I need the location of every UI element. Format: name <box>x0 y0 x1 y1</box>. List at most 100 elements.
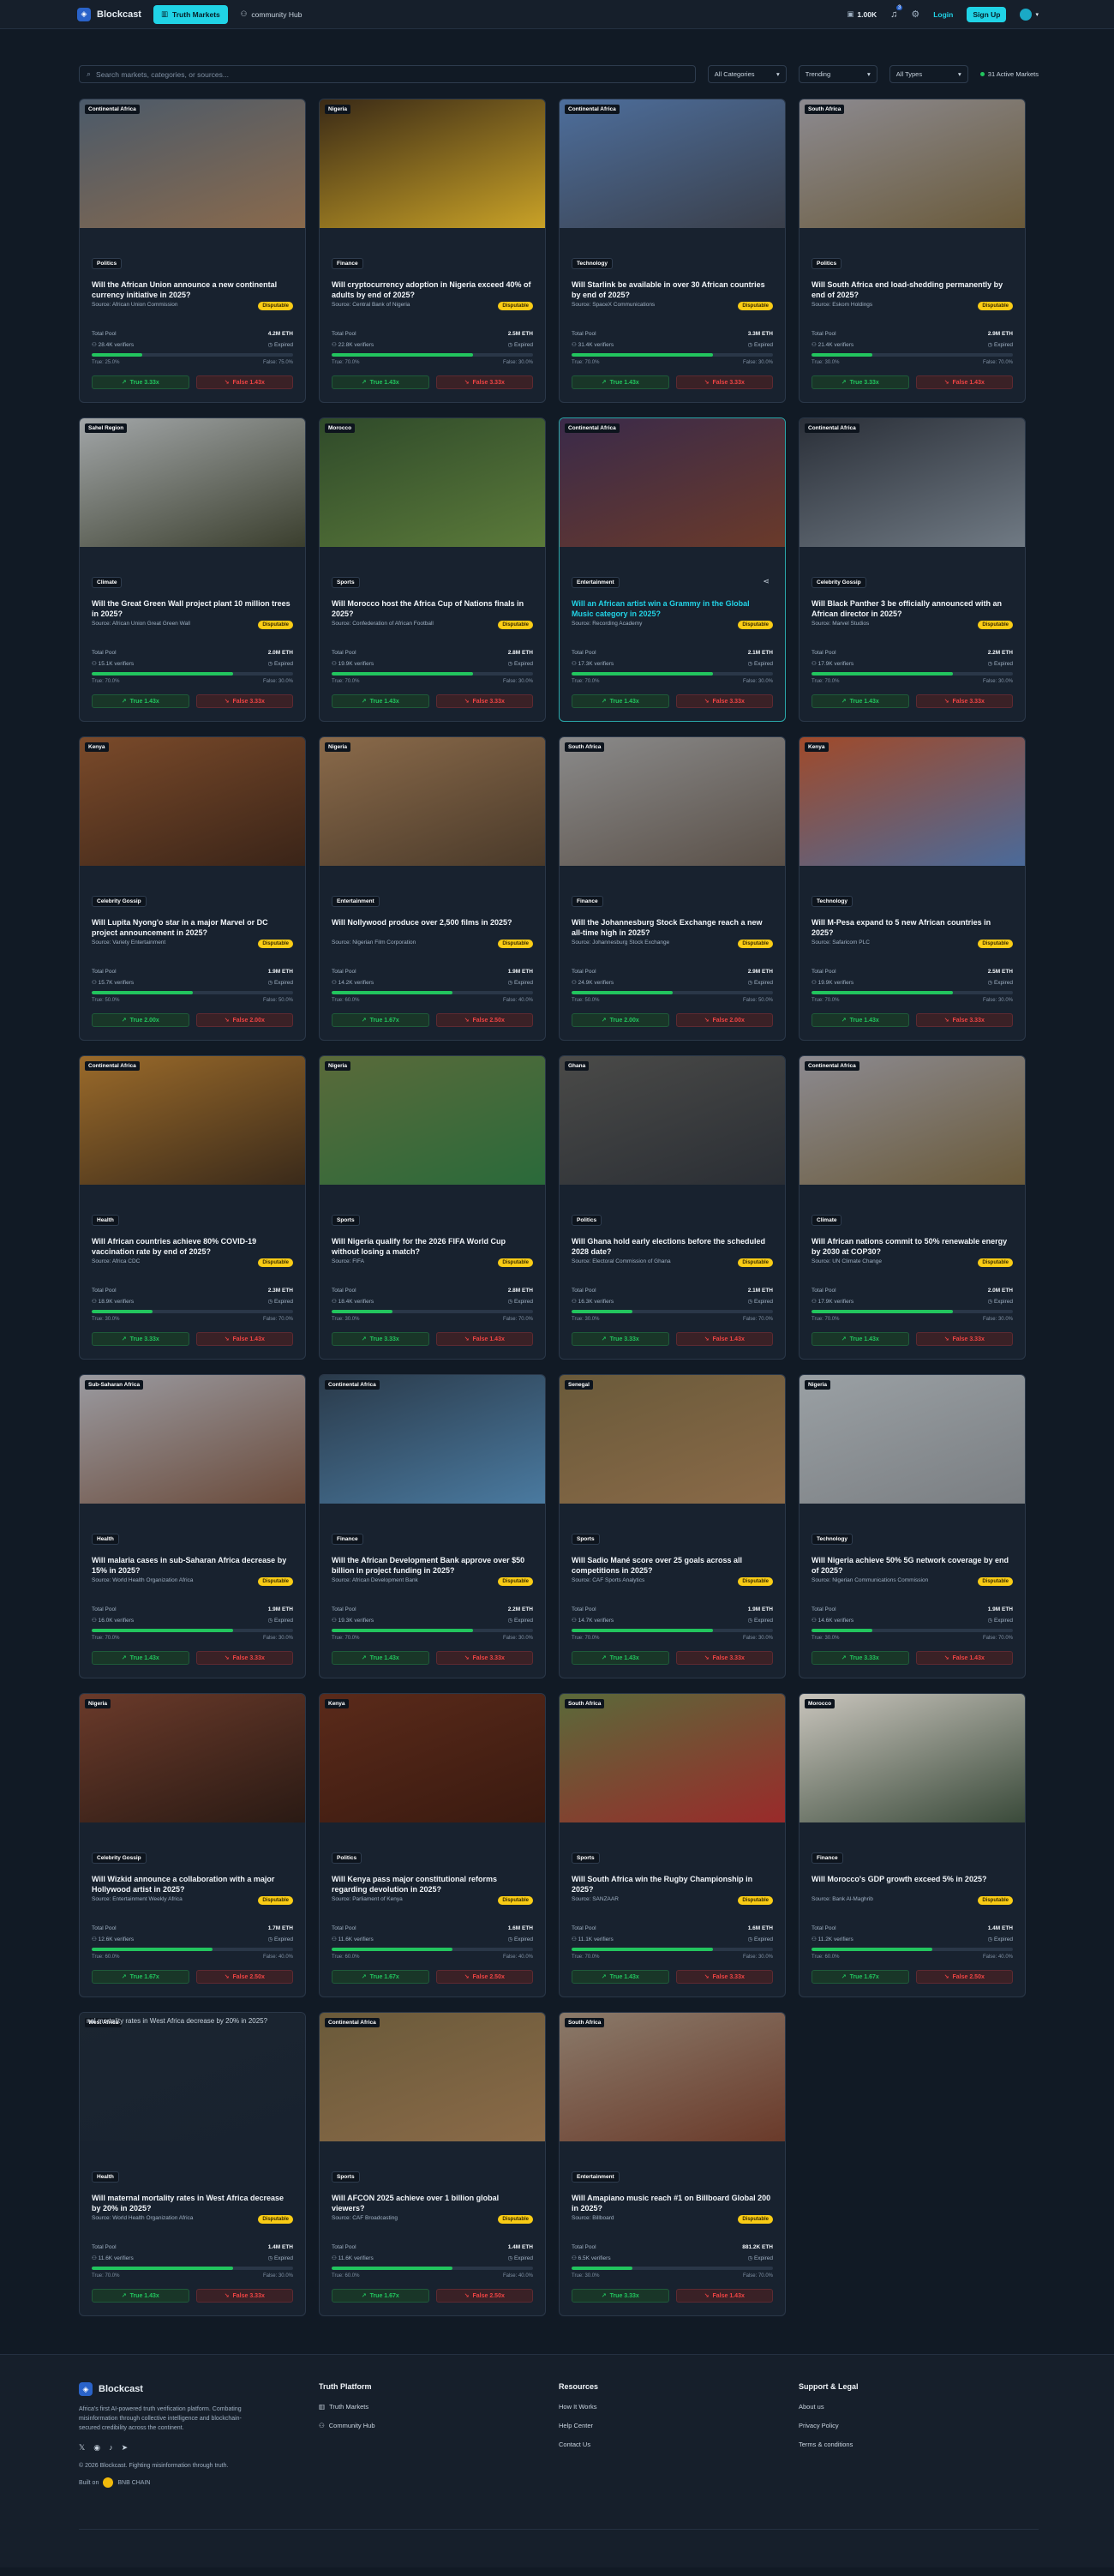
bet-true-button[interactable]: ↗ True 1.43x <box>812 694 909 708</box>
bet-false-button[interactable]: ↘ False 1.43x <box>195 375 293 389</box>
market-card[interactable]: South Africa Entertainment Will Amapiano… <box>559 2012 786 2316</box>
bet-false-button[interactable]: ↘ False 2.50x <box>435 1970 533 1984</box>
bet-true-button[interactable]: ↗ True 1.43x <box>92 1651 189 1665</box>
bet-false-button[interactable]: ↘ False 3.33x <box>915 694 1013 708</box>
bet-false-button[interactable]: ↘ False 3.33x <box>435 375 533 389</box>
market-card[interactable]: South Africa Sports Will South Africa wi… <box>559 1693 786 1997</box>
bet-true-button[interactable]: ↗ True 1.43x <box>332 375 429 389</box>
bet-true-button[interactable]: ↗ True 3.33x <box>92 1332 189 1346</box>
market-question[interactable]: Will Lupita Nyong'o star in a major Marv… <box>92 917 293 938</box>
market-question[interactable]: Will Nigeria achieve 50% 5G network cove… <box>812 1555 1013 1576</box>
market-question[interactable]: Will cryptocurrency adoption in Nigeria … <box>332 279 533 300</box>
bet-true-button[interactable]: ↗ True 1.43x <box>572 1970 669 1984</box>
market-question[interactable]: Will South Africa win the Rugby Champion… <box>572 1874 773 1894</box>
market-card[interactable]: Nigeria Entertainment Will Nollywood pro… <box>319 736 546 1041</box>
settings-icon[interactable]: ⚙ <box>911 9 919 20</box>
bet-true-button[interactable]: ↗ True 3.33x <box>572 1332 669 1346</box>
share-icon[interactable]: ⋖ <box>763 577 770 586</box>
bet-false-button[interactable]: ↘ False 1.43x <box>915 1651 1013 1665</box>
market-card[interactable]: Nigeria Celebrity Gossip Will Wizkid ann… <box>79 1693 306 1997</box>
market-question[interactable]: Will Sadio Mané score over 25 goals acro… <box>572 1555 773 1576</box>
bet-false-button[interactable]: ↘ False 1.43x <box>195 1332 293 1346</box>
bet-false-button[interactable]: ↘ False 3.33x <box>675 1970 773 1984</box>
market-question[interactable]: Will South Africa end load-shedding perm… <box>812 279 1013 300</box>
bet-false-button[interactable]: ↘ False 1.43x <box>435 1332 533 1346</box>
market-question[interactable]: Will African nations commit to 50% renew… <box>812 1236 1013 1257</box>
bet-true-button[interactable]: ↗ True 1.67x <box>332 1013 429 1027</box>
market-question[interactable]: Will the Johannesburg Stock Exchange rea… <box>572 917 773 938</box>
market-question[interactable]: Will Wizkid announce a collaboration wit… <box>92 1874 293 1894</box>
bet-true-button[interactable]: ↗ True 3.33x <box>92 375 189 389</box>
bet-true-button[interactable]: ↗ True 1.43x <box>812 1013 909 1027</box>
market-question[interactable]: Will the Great Green Wall project plant … <box>92 598 293 619</box>
discord-icon[interactable]: ◉ <box>93 2443 100 2453</box>
bet-true-button[interactable]: ↗ True 3.33x <box>572 2289 669 2303</box>
footer-link-privacy[interactable]: Privacy Policy <box>799 2422 1039 2429</box>
market-card[interactable]: Continental Africa Climate Will African … <box>799 1055 1026 1360</box>
bet-false-button[interactable]: ↘ False 3.33x <box>915 1332 1013 1346</box>
market-question[interactable]: Will AFCON 2025 achieve over 1 billion g… <box>332 2193 533 2213</box>
x-icon[interactable]: 𝕏 <box>79 2443 85 2453</box>
market-card[interactable]: South Africa Politics Will South Africa … <box>799 99 1026 403</box>
telegram-icon[interactable]: ➤ <box>122 2443 129 2453</box>
bet-false-button[interactable]: ↘ False 3.33x <box>675 694 773 708</box>
sort-select[interactable]: Trending ▾ <box>798 65 877 83</box>
bet-false-button[interactable]: ↘ False 2.50x <box>195 1970 293 1984</box>
footer-link-how-it-works[interactable]: How It Works <box>559 2403 799 2411</box>
market-card[interactable]: Continental Africa Entertainment Will an… <box>559 417 786 722</box>
bet-true-button[interactable]: ↗ True 1.67x <box>332 1970 429 1984</box>
bet-true-button[interactable]: ↗ True 2.00x <box>92 1013 189 1027</box>
tab-truth-markets[interactable]: ▥ Truth Markets <box>153 4 228 24</box>
bet-false-button[interactable]: ↘ False 1.43x <box>675 2289 773 2303</box>
bet-true-button[interactable]: ↗ True 1.43x <box>332 1651 429 1665</box>
bet-true-button[interactable]: ↗ True 1.43x <box>572 694 669 708</box>
bet-false-button[interactable]: ↘ False 2.50x <box>435 1013 533 1027</box>
market-card[interactable]: South Africa Finance Will the Johannesbu… <box>559 736 786 1041</box>
market-question[interactable]: Will Black Panther 3 be officially annou… <box>812 598 1013 619</box>
market-card[interactable]: Morocco Sports Will Morocco host the Afr… <box>319 417 546 722</box>
bet-true-button[interactable]: ↗ True 3.33x <box>332 1332 429 1346</box>
bet-true-button[interactable]: ↗ True 1.43x <box>92 2289 189 2303</box>
market-question[interactable]: Will Kenya pass major constitutional ref… <box>332 1874 533 1894</box>
market-card[interactable]: Continental Africa Sports Will AFCON 202… <box>319 2012 546 2316</box>
tiktok-icon[interactable]: ♪ <box>109 2443 113 2453</box>
footer-link-truth-markets[interactable]: ▥ Truth Markets <box>319 2403 559 2411</box>
bet-true-button[interactable]: ↗ True 3.33x <box>812 375 909 389</box>
bet-true-button[interactable]: ↗ True 1.43x <box>812 1332 909 1346</box>
market-card[interactable]: Kenya Celebrity Gossip Will Lupita Nyong… <box>79 736 306 1041</box>
bet-false-button[interactable]: ↘ False 3.33x <box>915 1013 1013 1027</box>
market-card[interactable]: Senegal Sports Will Sadio Mané score ove… <box>559 1374 786 1678</box>
signup-button[interactable]: Sign Up <box>967 6 1007 22</box>
market-question[interactable]: Will Amapiano music reach #1 on Billboar… <box>572 2193 773 2213</box>
bet-false-button[interactable]: ↘ False 3.33x <box>435 1651 533 1665</box>
bet-true-button[interactable]: ↗ True 1.43x <box>92 694 189 708</box>
bet-false-button[interactable]: ↘ False 2.00x <box>195 1013 293 1027</box>
market-card[interactable]: Continental Africa Politics Will the Afr… <box>79 99 306 403</box>
footer-link-contact[interactable]: Contact Us <box>559 2441 799 2448</box>
market-card[interactable]: Nigeria Sports Will Nigeria qualify for … <box>319 1055 546 1360</box>
market-question[interactable]: Will Morocco's GDP growth exceed 5% in 2… <box>812 1874 1013 1894</box>
market-question[interactable]: Will Nigeria qualify for the 2026 FIFA W… <box>332 1236 533 1257</box>
market-card[interactable]: Sahel Region Climate Will the Great Gree… <box>79 417 306 722</box>
market-question[interactable]: Will Ghana hold early elections before t… <box>572 1236 773 1257</box>
bet-false-button[interactable]: ↘ False 2.50x <box>915 1970 1013 1984</box>
type-select[interactable]: All Types ▾ <box>889 65 968 83</box>
market-card[interactable]: Continental Africa Technology Will Starl… <box>559 99 786 403</box>
bet-false-button[interactable]: ↘ False 2.50x <box>435 2289 533 2303</box>
bet-false-button[interactable]: ↘ False 3.33x <box>435 694 533 708</box>
market-card[interactable]: Sub-Saharan Africa Health Will malaria c… <box>79 1374 306 1678</box>
market-card[interactable]: Nigeria Finance Will cryptocurrency adop… <box>319 99 546 403</box>
market-card[interactable]: Continental Africa Celebrity Gossip Will… <box>799 417 1026 722</box>
market-card[interactable]: Continental Africa Finance Will the Afri… <box>319 1374 546 1678</box>
search-input[interactable] <box>96 69 688 79</box>
market-question[interactable]: Will Nollywood produce over 2,500 films … <box>332 917 533 938</box>
bet-true-button[interactable]: ↗ True 1.43x <box>332 694 429 708</box>
market-question[interactable]: Will an African artist win a Grammy in t… <box>572 598 773 619</box>
market-card[interactable]: Nigeria Technology Will Nigeria achieve … <box>799 1374 1026 1678</box>
bet-false-button[interactable]: ↘ False 3.33x <box>195 2289 293 2303</box>
bet-true-button[interactable]: ↗ True 1.43x <box>572 1651 669 1665</box>
bet-false-button[interactable]: ↘ False 3.33x <box>675 375 773 389</box>
wallet-balance[interactable]: ▣ 1.00K <box>847 9 877 19</box>
bet-false-button[interactable]: ↘ False 1.43x <box>915 375 1013 389</box>
footer-link-help-center[interactable]: Help Center <box>559 2422 799 2429</box>
